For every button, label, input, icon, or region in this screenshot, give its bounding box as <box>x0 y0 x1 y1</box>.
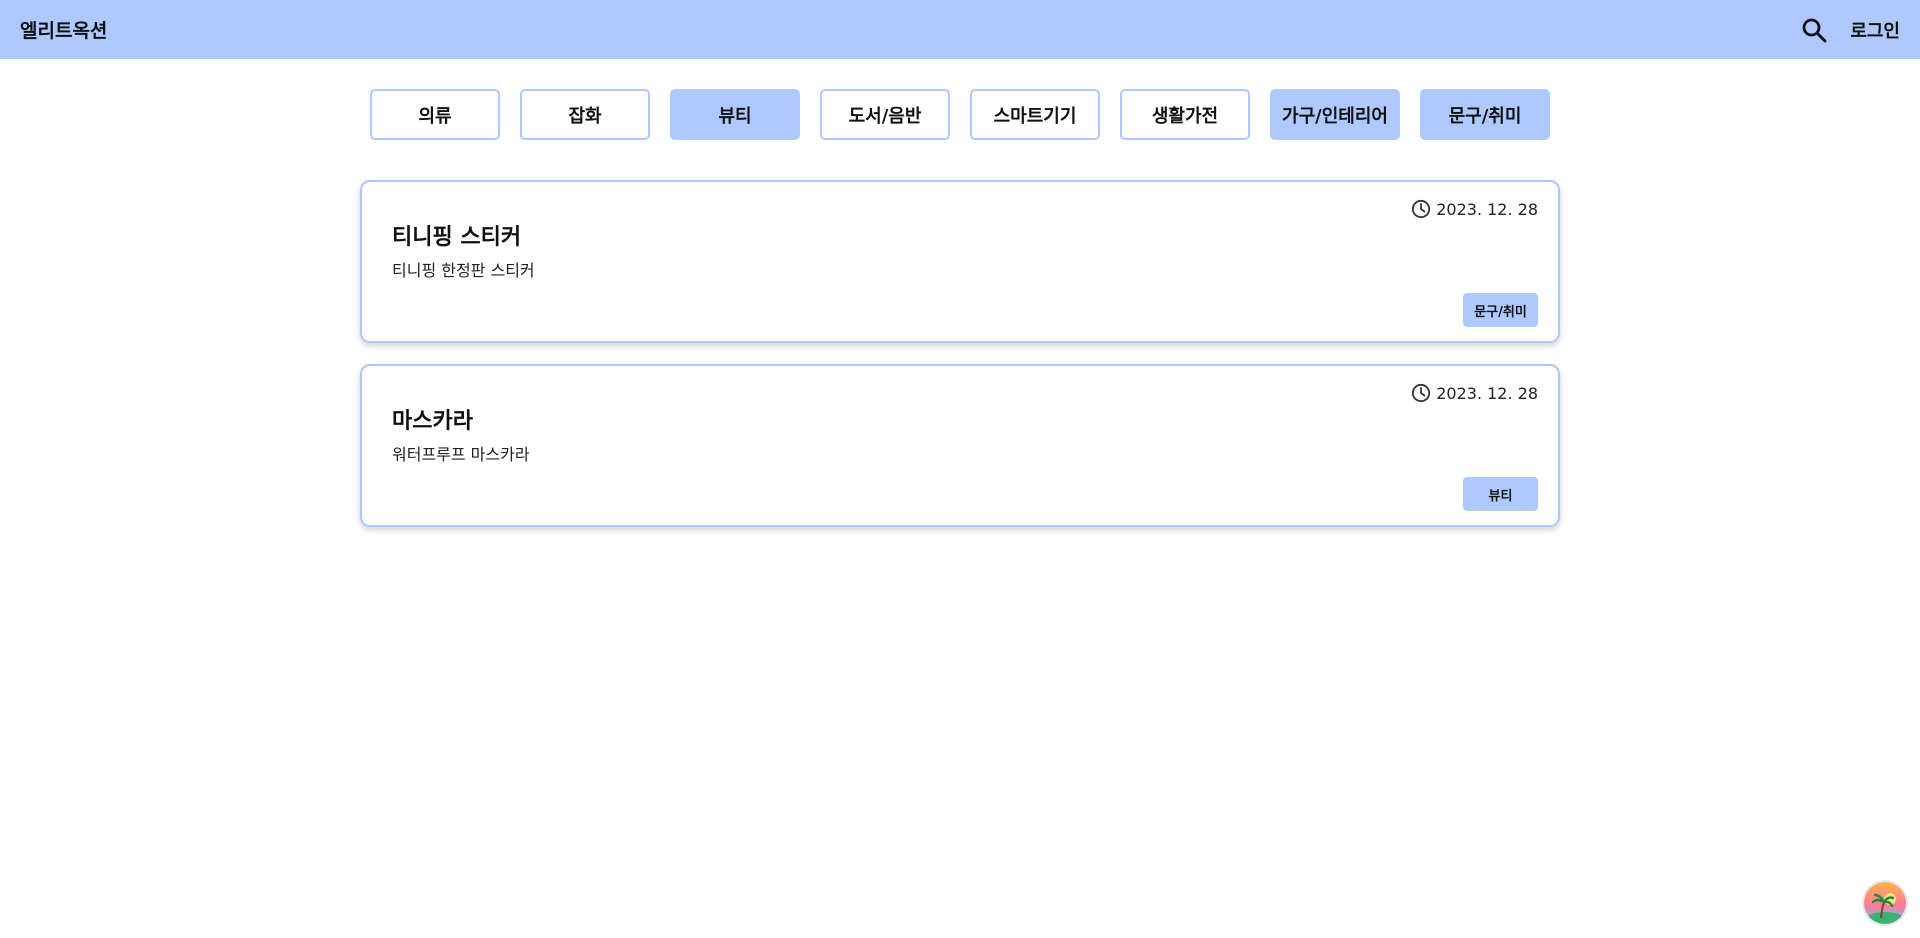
post-date-text: 2023. 12. 28 <box>1436 199 1538 219</box>
clock-icon <box>1412 383 1431 403</box>
category-button[interactable]: 가구/인테리어 <box>1270 89 1400 140</box>
post-date: 2023. 12. 28 <box>1411 199 1538 219</box>
post-description: 티니핑 한정판 스티커 <box>392 261 535 280</box>
brand-logo-text[interactable]: 엘리트옥션 <box>20 16 107 43</box>
post-date: 2023. 12. 28 <box>1411 383 1538 403</box>
category-button[interactable]: 문구/취미 <box>1420 89 1550 140</box>
post-card[interactable]: 2023. 12. 28 마스카라 워터프루프 마스카라 뷰티 <box>360 364 1560 527</box>
category-button[interactable]: 의류 <box>370 89 500 140</box>
post-category-tag: 문구/취미 <box>1463 293 1538 327</box>
category-button[interactable]: 생활가전 <box>1120 89 1250 140</box>
post-card[interactable]: 2023. 12. 28 티니핑 스티커 티니핑 한정판 스티커 문구/취미 <box>360 180 1560 343</box>
post-date-text: 2023. 12. 28 <box>1436 383 1538 403</box>
category-button[interactable]: 뷰티 <box>670 89 800 140</box>
top-navigation-bar: 엘리트옥션 로그인 <box>0 0 1920 59</box>
clock-icon <box>1412 199 1431 219</box>
post-description: 워터프루프 마스카라 <box>392 445 530 464</box>
post-title: 티니핑 스티커 <box>392 225 522 250</box>
post-category-tag: 뷰티 <box>1463 477 1538 511</box>
search-icon <box>1802 18 1827 42</box>
palm-island-avatar-icon[interactable] <box>1862 880 1908 926</box>
header-actions: 로그인 <box>1800 16 1900 44</box>
category-button[interactable]: 도서/음반 <box>820 89 950 140</box>
post-list: 2023. 12. 28 티니핑 스티커 티니핑 한정판 스티커 문구/취미 2… <box>360 180 1560 548</box>
category-filter-bar: 의류 잡화 뷰티 도서/음반 스마트기기 생활가전 가구/인테리어 문구/취미 <box>370 89 1550 140</box>
category-button[interactable]: 스마트기기 <box>970 89 1100 140</box>
category-button[interactable]: 잡화 <box>520 89 650 140</box>
login-button[interactable]: 로그인 <box>1850 17 1900 43</box>
post-title: 마스카라 <box>392 409 473 434</box>
search-button[interactable] <box>1800 16 1828 44</box>
